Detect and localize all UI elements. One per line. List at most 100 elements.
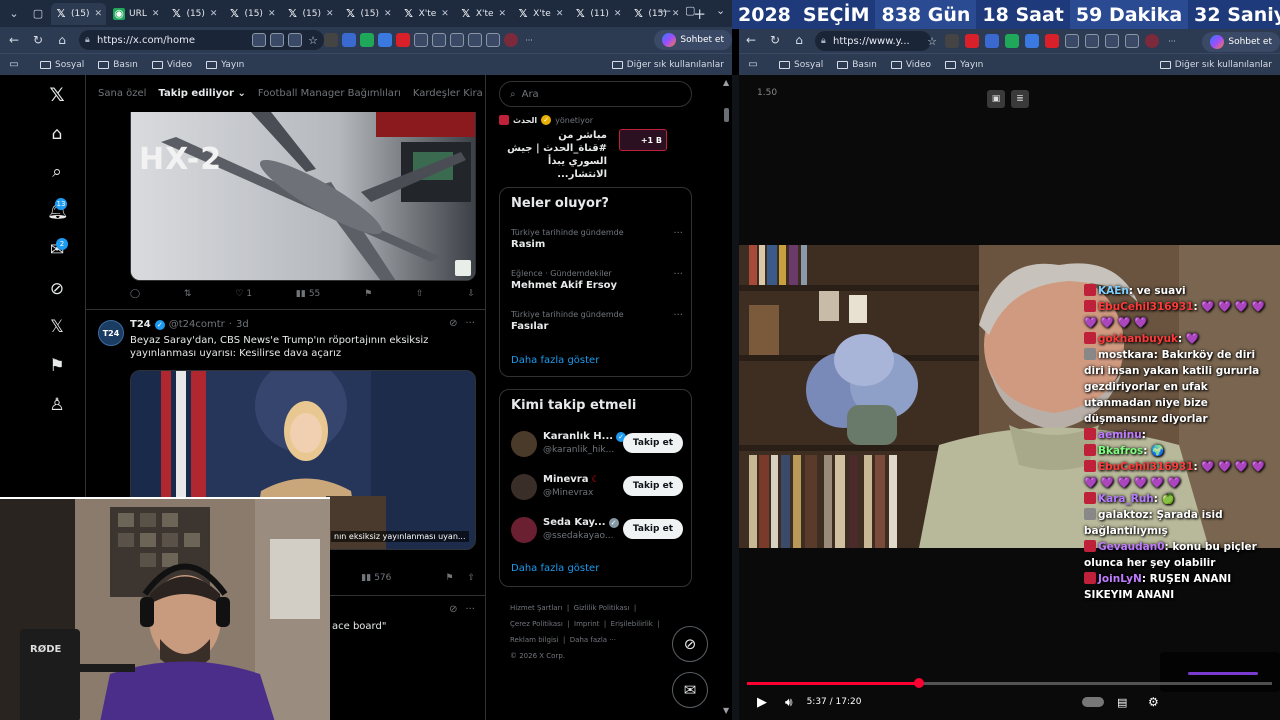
show-more-follow-link[interactable]: Daha fazla göster — [511, 563, 599, 574]
more-icon[interactable]: ··· — [673, 228, 683, 239]
tab-list-icon[interactable]: ▭ — [2, 59, 26, 70]
back-icon[interactable]: ← — [739, 33, 763, 47]
bookmark-folder[interactable]: Video — [890, 60, 931, 70]
browser-tab[interactable]: 𝕏 (15) ✕ — [51, 2, 107, 25]
avatar[interactable] — [511, 431, 537, 457]
more-icon[interactable]: ··· — [465, 318, 475, 329]
avatar[interactable] — [511, 517, 537, 543]
extension-1-icon[interactable] — [324, 33, 338, 47]
browser-tab[interactable]: 𝕏 (15) ✕ — [166, 3, 221, 25]
split-screen-icon[interactable] — [432, 33, 446, 47]
follow-suggestion[interactable]: Minevra ☾ @Minevrax Takip et — [511, 472, 683, 502]
follow-button[interactable]: Takip et — [622, 519, 683, 539]
close-tab-icon[interactable]: ✕ — [672, 9, 680, 19]
more-icon[interactable]: ··· — [465, 604, 475, 615]
trend-item[interactable]: Eğlence · Gündemdekiler Mehmet Akif Erso… — [511, 269, 683, 291]
x-logo-icon[interactable]: 𝕏 — [47, 85, 67, 105]
transcript-icon[interactable]: ≣ — [1011, 90, 1029, 108]
post-media-drone[interactable]: HX-2 — [130, 112, 476, 281]
footer-link[interactable]: Gizlilik Politikası — [574, 604, 630, 612]
maximize-icon[interactable]: ▢ — [685, 4, 695, 17]
repost-button[interactable]: ⇅ — [184, 289, 192, 299]
close-window-icon[interactable]: ⌄ — [716, 4, 725, 17]
reply-button[interactable]: ◯ — [130, 289, 140, 299]
minimize-icon[interactable]: — — [660, 4, 671, 17]
profile-nav-icon[interactable]: ♙ — [47, 395, 67, 415]
other-favorites[interactable]: Diğer sık kullanılanlar — [1159, 60, 1272, 70]
endscreen-card[interactable] — [1160, 652, 1280, 692]
miniplayer-icon[interactable]: ▣ — [987, 90, 1005, 108]
close-tab-icon[interactable]: ✕ — [614, 9, 622, 19]
profile-avatar[interactable] — [504, 33, 518, 47]
bookmark-button[interactable]: ⚑ — [364, 289, 372, 299]
tab-kardesler[interactable]: Kardeşler Kira — [413, 88, 483, 99]
views-button[interactable]: ▮▮ 55 — [296, 289, 320, 299]
profile-avatar[interactable] — [1145, 34, 1159, 48]
search-input[interactable]: ⌕ Ara — [499, 81, 692, 107]
browser-tab[interactable]: 𝕏 X'te ✕ — [513, 3, 567, 25]
bookmark-folder[interactable]: Yayın — [945, 60, 983, 70]
home-icon[interactable]: ⌂ — [787, 33, 811, 47]
avatar[interactable] — [511, 474, 537, 500]
copilot-chat-button[interactable]: Sohbet et — [654, 30, 732, 50]
scroll-down-arrow-icon[interactable]: ▼ — [723, 706, 729, 715]
close-tab-icon[interactable]: ✕ — [94, 9, 102, 19]
video-progress-bar[interactable] — [747, 678, 1272, 688]
page-scrollbar[interactable] — [724, 108, 729, 122]
close-tab-icon[interactable]: ✕ — [556, 9, 564, 19]
home-icon[interactable]: ⌂ — [50, 33, 74, 47]
messages-fab-icon[interactable]: ✉ — [672, 672, 708, 708]
url-bar[interactable]: 🔒︎ https://www.y... — [815, 31, 931, 51]
extension-3-icon[interactable] — [985, 34, 999, 48]
browser-tab[interactable]: 𝕏 X'te ✕ — [399, 3, 453, 25]
live-broadcast-card[interactable]: الحدث ✓ yönetiyor مباشر من #قناة_الحدث |… — [499, 115, 692, 180]
close-tab-icon[interactable]: ✕ — [210, 9, 218, 19]
premium-x-icon[interactable]: 𝕏 — [47, 317, 67, 337]
bookmark-folder[interactable]: Sosyal — [779, 60, 823, 70]
grok-fab-icon[interactable]: ⊘ — [672, 626, 708, 662]
extension-2-icon[interactable] — [342, 33, 356, 47]
tab-list-icon[interactable]: ▭ — [741, 59, 765, 70]
bookmarks-nav-icon[interactable]: ⚑ — [47, 356, 67, 376]
follow-button[interactable]: Takip et — [622, 433, 683, 453]
like-button[interactable]: ♡ 1 — [235, 289, 252, 299]
extension-2-icon[interactable] — [965, 34, 979, 48]
extension-4-icon[interactable] — [1005, 34, 1019, 48]
translate-icon[interactable] — [270, 33, 284, 47]
footer-link[interactable]: Erişilebilirlik — [611, 620, 653, 628]
progress-knob[interactable] — [913, 678, 924, 688]
extension-3-icon[interactable] — [360, 33, 374, 47]
bookmark-folder[interactable]: Basın — [837, 60, 877, 70]
footer-link[interactable]: Çerez Politikası — [510, 620, 563, 628]
browser-tab[interactable]: 𝕏 X'te ✕ — [456, 3, 510, 25]
footer-link[interactable]: Imprint — [574, 620, 599, 628]
extension-4-icon[interactable] — [378, 33, 392, 47]
close-tab-icon[interactable]: ✕ — [441, 9, 449, 19]
star-icon[interactable]: ☆ — [925, 34, 939, 48]
bookmark-folder[interactable]: Video — [151, 60, 192, 70]
bookmark-folder[interactable]: Yayın — [206, 60, 244, 70]
close-tab-icon[interactable]: ✕ — [326, 9, 334, 19]
favorites-icon[interactable] — [450, 33, 464, 47]
close-tab-icon[interactable]: ✕ — [152, 9, 160, 19]
extension-6-icon[interactable] — [1045, 34, 1059, 48]
subtitles-icon[interactable]: ▤ — [1117, 696, 1127, 709]
scroll-up-arrow-icon[interactable]: ▲ — [723, 78, 729, 87]
grok-icon[interactable]: ⊘ — [47, 279, 67, 299]
tab-following[interactable]: Takip ediliyor ⌄ — [158, 88, 245, 99]
post-author[interactable]: T24 ✓ @t24comtr · 3d — [130, 319, 249, 330]
tab-for-you[interactable]: Sana özel — [98, 88, 146, 99]
footer-link[interactable]: Hizmet Şartları — [510, 604, 562, 612]
browser-tab[interactable]: 𝕏 (15) ✕ — [628, 3, 683, 25]
autoplay-toggle[interactable] — [1082, 697, 1104, 707]
extensions-icon[interactable] — [1065, 34, 1079, 48]
home-nav-icon[interactable]: ⌂ — [47, 124, 67, 144]
read-aloud-icon[interactable] — [288, 33, 302, 47]
tab-actions-icon[interactable]: ⌄ — [4, 4, 24, 24]
play-icon[interactable]: ▶ — [757, 695, 767, 710]
other-favorites[interactable]: Diğer sık kullanılanlar — [611, 60, 724, 70]
download-button[interactable]: ⇩ — [467, 289, 475, 299]
browser-tab[interactable]: 𝕏 (11) ✕ — [570, 3, 625, 25]
extension-1-icon[interactable] — [945, 34, 959, 48]
browser-tab[interactable]: 𝕏 (15) ✕ — [341, 3, 396, 25]
